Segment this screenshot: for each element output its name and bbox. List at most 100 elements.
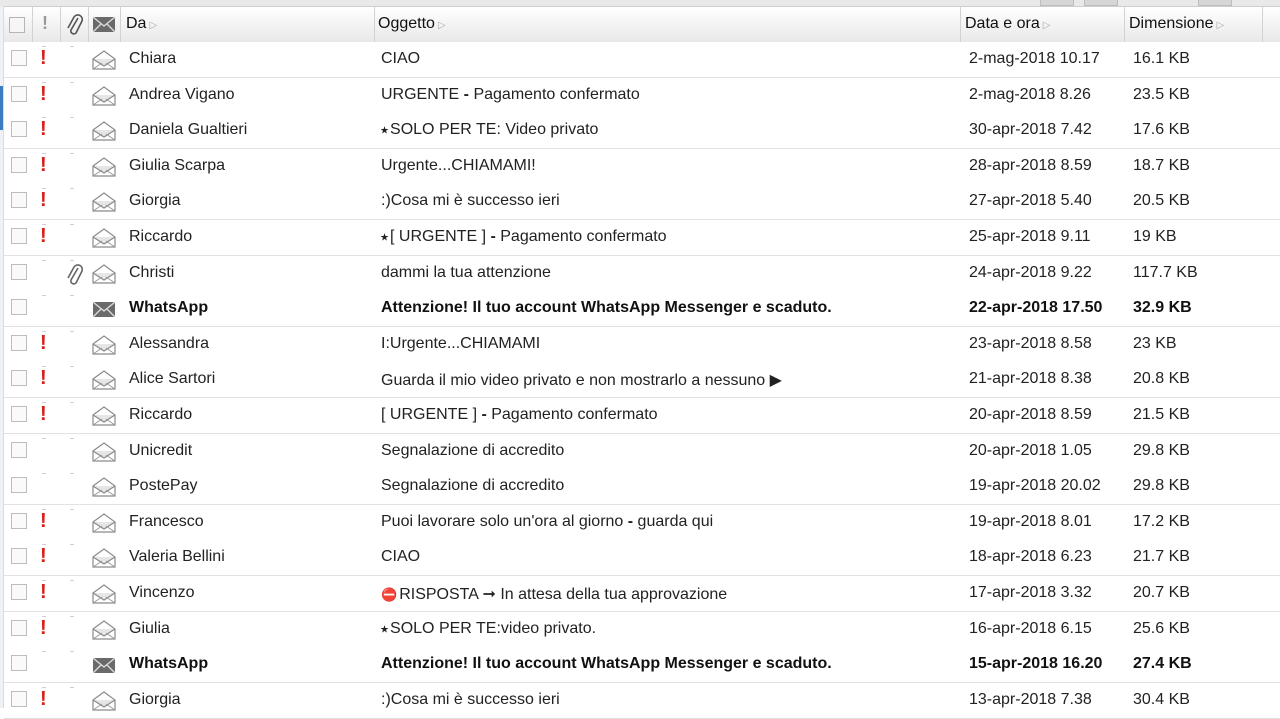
subject: Urgente...CHIAMAMI! bbox=[381, 157, 536, 175]
row-checkbox[interactable] bbox=[11, 441, 27, 458]
row-checkbox[interactable] bbox=[11, 156, 27, 173]
column-header-from[interactable]: Da ▷ bbox=[120, 7, 375, 42]
toolbar-button[interactable] bbox=[1198, 0, 1232, 6]
received-date: 22-apr-2018 17.50 bbox=[969, 299, 1103, 317]
envelope-open-icon[interactable] bbox=[92, 121, 116, 146]
email-row[interactable]: ! Daniela Gualtieri ⭑ SOLO PER TE: Video pr… bbox=[4, 113, 1280, 150]
message-size: 30.4 KB bbox=[1133, 690, 1190, 708]
envelope-icon bbox=[92, 16, 116, 33]
row-checkbox[interactable] bbox=[11, 370, 27, 387]
envelope-open-icon[interactable] bbox=[92, 691, 116, 716]
email-row[interactable]: ! Alice Sartori Guarda il mio video privat… bbox=[4, 362, 1280, 399]
email-row[interactable]: PostePay Segnalazione di accredito 19-apr-… bbox=[4, 469, 1280, 506]
email-row[interactable]: ! Giorgia:)Cosa mi è successo ieri 13-apr-… bbox=[4, 682, 1280, 719]
envelope-unread-icon[interactable] bbox=[92, 299, 116, 324]
email-row[interactable]: ! Alessandra I:Urgente...CHIAMAMI 23-apr-20… bbox=[4, 326, 1280, 363]
email-row[interactable]: ! Riccardo ⭑[ URGENTE ] - Pagamento confer… bbox=[4, 220, 1280, 256]
envelope-unread-icon[interactable] bbox=[92, 655, 116, 680]
column-tick bbox=[70, 651, 74, 654]
priority-column-header[interactable]: ! bbox=[32, 7, 61, 42]
row-checkbox[interactable] bbox=[11, 512, 27, 529]
envelope-open-icon[interactable] bbox=[92, 157, 116, 182]
sender-name: Christi bbox=[129, 263, 175, 281]
email-row[interactable]: WhatsApp Attenzione! Il tuo account Whats… bbox=[4, 291, 1280, 328]
row-checkbox[interactable] bbox=[11, 548, 27, 565]
email-row[interactable]: ! Andrea Vigano URGENTE - Pagamento confer… bbox=[4, 77, 1280, 114]
sender-name: Riccardo bbox=[129, 228, 193, 245]
row-checkbox[interactable] bbox=[11, 619, 27, 636]
subject: ⭑ SOLO PER TE: Video privato bbox=[381, 121, 598, 139]
row-checkbox[interactable] bbox=[11, 228, 27, 244]
email-row[interactable]: ! Giulia ⭑ SOLO PER TE:video privato. 16-apr… bbox=[4, 611, 1280, 648]
message-size: 20.5 KB bbox=[1133, 192, 1190, 210]
row-checkbox[interactable] bbox=[11, 85, 27, 102]
row-checkbox[interactable] bbox=[11, 121, 27, 138]
envelope-open-icon[interactable] bbox=[92, 370, 116, 395]
select-all-checkbox[interactable] bbox=[9, 17, 25, 33]
toolbar-button[interactable] bbox=[1084, 0, 1118, 6]
column-label-subject: Oggetto bbox=[378, 15, 435, 32]
envelope-open-icon[interactable] bbox=[92, 50, 116, 75]
envelope-open-icon[interactable] bbox=[92, 85, 116, 111]
high-priority-icon: ! bbox=[40, 687, 47, 710]
email-row[interactable]: ! Valeria Bellini CIAO 18-apr-2018 6.23 21.7… bbox=[4, 540, 1280, 577]
high-priority-icon: ! bbox=[40, 509, 47, 532]
subject-text: Attenzione! Il tuo account WhatsApp Mess… bbox=[381, 655, 832, 673]
envelope-open-icon[interactable] bbox=[92, 406, 116, 431]
row-checkbox[interactable] bbox=[11, 192, 27, 209]
email-row[interactable]: ! Giulia Scarpa Urgente...CHIAMAMI! 28-apr-… bbox=[4, 148, 1280, 185]
subject-prefix-icon: ⛔ bbox=[381, 587, 398, 602]
email-row[interactable]: ! Giorgia:)Cosa mi è successo ieri 27-apr-… bbox=[4, 184, 1280, 221]
subject-text: URGENTE - Pagamento confermato bbox=[381, 85, 640, 103]
row-checkbox[interactable] bbox=[11, 690, 27, 707]
read-status-column-header[interactable] bbox=[88, 7, 121, 42]
column-tick bbox=[42, 259, 46, 263]
email-row[interactable]: ! Riccardo [ URGENTE ] - Pagamento conferm… bbox=[4, 398, 1280, 434]
column-header-date[interactable]: Data e ora ▷ bbox=[960, 7, 1125, 42]
column-header-subject[interactable]: Oggetto ▷ bbox=[374, 7, 961, 42]
email-row[interactable]: Christi dammi la tua attenzione 24-apr-201… bbox=[4, 255, 1280, 292]
high-priority-icon: ! bbox=[40, 47, 47, 69]
column-picker[interactable] bbox=[1262, 7, 1280, 42]
envelope-open-icon[interactable] bbox=[92, 477, 116, 502]
column-tick bbox=[42, 651, 46, 654]
envelope-open-icon[interactable] bbox=[92, 584, 116, 609]
high-priority-icon: ! bbox=[40, 616, 47, 639]
envelope-open-icon[interactable] bbox=[92, 513, 116, 538]
high-priority-icon: ! bbox=[40, 331, 47, 354]
row-checkbox[interactable] bbox=[11, 477, 27, 494]
row-checkbox[interactable] bbox=[11, 263, 27, 280]
column-header-size[interactable]: Dimensione ▷ bbox=[1124, 7, 1263, 42]
envelope-open-icon[interactable] bbox=[92, 619, 116, 645]
email-row[interactable]: ! Francesco Puoi lavorare solo un'ora al g… bbox=[4, 504, 1280, 541]
envelope-open-icon[interactable] bbox=[92, 548, 116, 573]
row-checkbox[interactable] bbox=[11, 655, 27, 672]
email-row[interactable]: WhatsApp Attenzione! Il tuo account Whats… bbox=[4, 647, 1280, 684]
email-row[interactable]: Unicredit Segnalazione di accredito 20-apr… bbox=[4, 433, 1280, 470]
attachment-column-header[interactable] bbox=[60, 7, 89, 42]
row-checkbox[interactable] bbox=[11, 50, 27, 66]
envelope-open-icon[interactable] bbox=[92, 228, 116, 253]
sender-name: WhatsApp bbox=[129, 299, 209, 317]
message-size: 21.7 KB bbox=[1133, 548, 1190, 566]
row-checkbox[interactable] bbox=[11, 406, 27, 422]
email-row[interactable]: ! Vincenzo ⛔ RISPOSTA ➞ In attesa della tua… bbox=[4, 576, 1280, 612]
received-date: 19-apr-2018 8.01 bbox=[969, 512, 1092, 530]
select-all-column[interactable] bbox=[4, 7, 33, 42]
envelope-open-icon[interactable] bbox=[92, 335, 116, 360]
subject: :)Cosa mi è successo ieri bbox=[381, 691, 560, 709]
subject: Attenzione! Il tuo account WhatsApp Mess… bbox=[381, 655, 832, 673]
row-checkbox[interactable] bbox=[11, 334, 27, 351]
attachment-icon bbox=[66, 263, 84, 292]
envelope-open-icon[interactable] bbox=[92, 263, 116, 289]
column-tick bbox=[70, 188, 74, 191]
row-checkbox[interactable] bbox=[11, 584, 27, 600]
envelope-open-icon[interactable] bbox=[92, 441, 116, 467]
row-checkbox[interactable] bbox=[11, 299, 27, 316]
toolbar-button[interactable] bbox=[1040, 0, 1074, 6]
sender-name: Vincenzo bbox=[129, 584, 195, 601]
column-tick bbox=[70, 508, 74, 512]
high-priority-icon: ! bbox=[40, 403, 47, 425]
envelope-open-icon[interactable] bbox=[92, 192, 116, 217]
email-row[interactable]: ! Chiara CIAO 2-mag-2018 10.17 16.1 KB bbox=[4, 42, 1280, 78]
